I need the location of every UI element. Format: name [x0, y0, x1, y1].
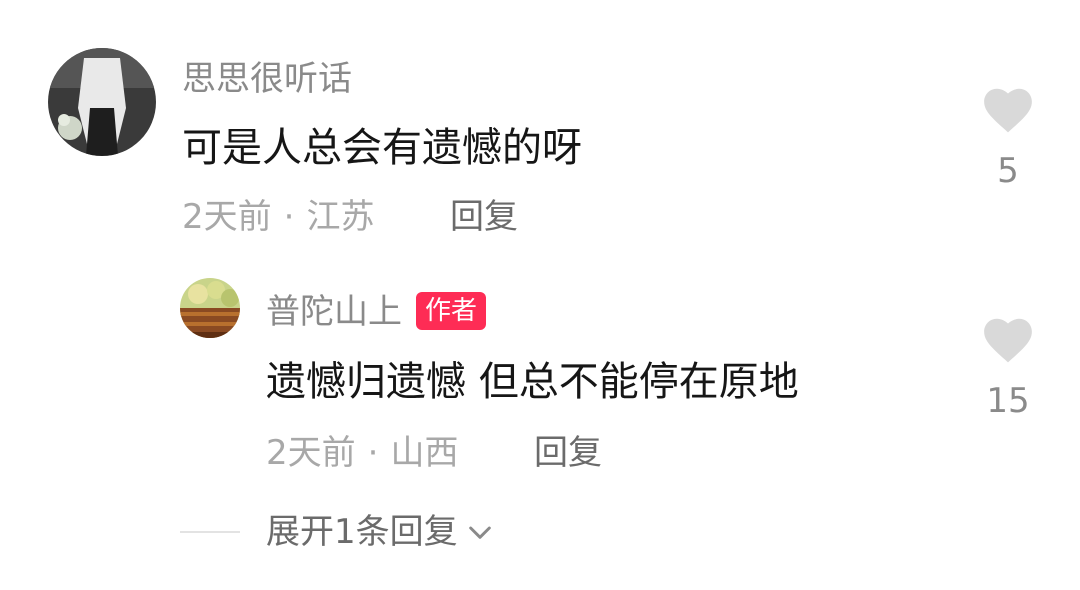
reply-button[interactable]: 回复 — [534, 436, 602, 470]
heart-icon[interactable] — [980, 84, 1036, 134]
like-count: 5 — [997, 151, 1019, 191]
reply-meta: 2天前 · 山西 — [266, 436, 458, 470]
reply-username-text[interactable]: 普陀山上 — [266, 292, 402, 332]
like-button[interactable]: 15 — [973, 314, 1043, 418]
heart-icon[interactable] — [980, 314, 1036, 364]
meta-separator: · — [283, 197, 295, 237]
comment-text: 可是人总会有遗憾的呀 — [182, 125, 582, 171]
expand-replies-label[interactable]: 展开1条回复 — [266, 515, 458, 549]
reply-username[interactable]: 普陀山上 作者 — [266, 292, 487, 332]
expand-replies-button[interactable]: 展开1条回复 — [180, 515, 496, 549]
reply-button[interactable]: 回复 — [450, 200, 518, 234]
avatar[interactable] — [48, 48, 156, 156]
reply-text: 遗憾归遗憾 但总不能停在原地 — [266, 359, 799, 405]
like-count: 15 — [986, 381, 1030, 421]
comment-meta: 2天前 · 江苏 — [182, 200, 374, 234]
divider — [180, 531, 240, 533]
avatar[interactable] — [180, 278, 240, 338]
author-badge: 作者 — [416, 292, 487, 330]
comment-location: 江苏 — [306, 197, 375, 237]
comment-username[interactable]: 思思很听话 — [182, 62, 352, 96]
comment-time: 2天前 — [182, 197, 272, 237]
temple-photo-icon — [180, 278, 240, 338]
chevron-down-icon[interactable] — [464, 516, 496, 548]
reply-time: 2天前 — [266, 433, 356, 473]
user-photo-icon — [48, 48, 156, 156]
like-button[interactable]: 5 — [973, 84, 1043, 188]
reply-item: 普陀山上 作者 遗憾归遗憾 但总不能停在原地 2天前 · 山西 回复 15 — [0, 270, 1080, 490]
comment-item: 思思很听话 可是人总会有遗憾的呀 2天前 · 江苏 回复 5 — [0, 0, 1080, 260]
meta-separator: · — [367, 433, 379, 473]
reply-location: 山西 — [390, 433, 459, 473]
